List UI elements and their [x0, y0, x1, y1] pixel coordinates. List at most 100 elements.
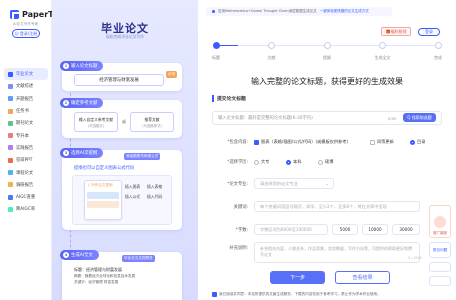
step-4-tag: 毕业论文文档预览 — [122, 255, 155, 262]
word-chip-30000[interactable]: 30000 — [392, 224, 420, 235]
sidebar-item-11[interactable]: 降AIGC率 — [4, 203, 48, 215]
sidebar: PaperTT AI论文写作专家 ☺ 登录/注册 毕业论文 文献综述 开题报告 任务书… — [0, 0, 59, 300]
or-text: 或 — [122, 119, 126, 124]
progress-step-label: 标题 — [212, 55, 220, 60]
nav-item-icon — [8, 157, 13, 163]
sidebar-item-2[interactable]: 开题报告 — [4, 93, 48, 105]
sidebar-item-6[interactable]: 实践报告 — [4, 142, 48, 154]
nav-item-icon — [8, 96, 13, 102]
insert-option-3: 插入代码 — [147, 194, 163, 199]
nav-item-icon — [8, 170, 13, 176]
notes-count: 0 / 2000 — [408, 256, 423, 260]
nav-item-label: 调研报告 — [16, 182, 34, 188]
nav-item-icon — [8, 194, 13, 200]
step-3-tag: 添加图表代码或公式 — [124, 153, 161, 160]
includes-label: *包含内容: — [227, 140, 248, 145]
topic-help-button[interactable]: Q 找帮助选题 — [403, 113, 436, 122]
float-button-1[interactable] — [429, 262, 451, 272]
chevron-down-icon: ⌄ — [325, 181, 329, 186]
sidebar-item-10[interactable]: AIGC查重 — [4, 191, 48, 203]
main-panel: 应用Mathematica+Global Thought Chain深层数据生成… — [198, 0, 456, 300]
nav-item-icon — [8, 145, 13, 151]
promo-panel: 毕业论文 轻松完成毕业论文写作 1 输入论文标题 经济管理与财富发展 示例 2 确定… — [52, 0, 198, 300]
insert-option-0: 插入图表 — [125, 184, 141, 189]
level-radio-college[interactable]: 大专 — [254, 159, 269, 165]
sidebar-item-9[interactable]: 调研报告 — [4, 179, 48, 191]
step-1-sample: 经济管理与财富发展 — [74, 74, 164, 86]
doc-line-1: 摘要：随着经济全球化和信息技术发展 — [74, 274, 136, 278]
float-button-2[interactable] — [429, 276, 451, 286]
progress-step-dot — [434, 42, 442, 49]
nav-item-label: 期刊论文 — [16, 121, 34, 127]
sidebar-item-3[interactable]: 任务书 — [4, 105, 48, 117]
progress-step-dot — [268, 42, 275, 49]
nav-item-label: AIGC查重 — [16, 195, 36, 201]
user-icon: ☺ — [14, 31, 19, 36]
customer-service-widget[interactable]: 推广客服 — [429, 205, 451, 238]
service-avatar-icon — [434, 216, 446, 228]
login-button[interactable]: 登录 — [418, 28, 440, 36]
nav-item-label: 开题报告 — [16, 96, 34, 102]
announcement-banner[interactable]: 应用Mathematica+Global Thought Chain深层数据生成… — [206, 7, 392, 16]
nav-item-icon — [8, 206, 13, 212]
sidebar-nav: 毕业论文文献综述开题报告任务书期刊论文专升本实践报告 答辩PPT 课程论文调研报告 A… — [4, 68, 48, 216]
step-1-header: 1 输入论文标题 — [60, 61, 104, 71]
custom-reference-box: 输入自定义参考文献 (可选模式) — [74, 112, 118, 132]
banner-link[interactable]: 一键体验更快捷的论文生成方式 — [320, 9, 369, 14]
step-1-tag: 示例 — [166, 71, 178, 78]
insert-option-1: 插入表格 — [147, 184, 163, 189]
promo-subtitle: 轻松完成毕业论文写作 — [106, 34, 144, 39]
word-chip-10000[interactable]: 10000 — [362, 224, 388, 235]
sidebar-item-0[interactable]: 毕业论文 — [4, 68, 48, 81]
progress-step-dot — [212, 42, 220, 49]
menu-placeholder-line — [87, 192, 119, 199]
next-step-button[interactable]: 下一步 — [270, 271, 325, 284]
major-label: *论文专业: — [227, 182, 248, 187]
include-update-checkbox[interactable]: 同等更新 — [370, 139, 394, 145]
promo-step-2: 2 确定参考文献 输入自定义参考文献 (可选模式) 或 推荐文献 (可选推荐式) — [60, 98, 182, 138]
agreement[interactable]: 我已阅读并同意：本站所提供的文献生成服务，下载的内容仅用于参考学习，禁止作为学术… — [212, 292, 381, 297]
nav-item-icon — [8, 133, 13, 139]
keywords-input[interactable]: 每个关键词用逗号隔开，如学，至少2个，至多8个，将在文章中呈现 — [254, 201, 420, 212]
faq-widget[interactable]: 常见问题 — [429, 242, 451, 258]
include-toc-checkbox[interactable]: 目录 — [410, 139, 425, 145]
page-headline: 输入完整的论文标题，获得更好的生成效果 — [251, 77, 403, 86]
level-radio-master[interactable]: 硕博 — [318, 159, 333, 165]
notes-label: 补充说明: — [229, 246, 248, 251]
sidebar-item-7[interactable]: 答辩PPT — [4, 154, 48, 166]
menu-placeholder-line — [87, 201, 119, 208]
nav-item-label: 任务书 — [16, 109, 29, 115]
title-char-count: 0/50 — [388, 116, 397, 121]
notes-textarea[interactable]: 补充相关内容，人物关系，作品背景，实验数据，写作方向等，可提供的帮助更好地撰写论… — [254, 242, 420, 263]
words-input[interactable]: 字数区间为8000至100000 — [254, 224, 328, 235]
section-title: 提交论文标题 — [212, 95, 246, 102]
progress-step-label: 文献 — [267, 55, 276, 60]
nav-item-icon — [8, 120, 13, 126]
keywords-label: 关键词: — [233, 205, 248, 210]
word-chip-5000[interactable]: 5000 — [332, 224, 358, 235]
major-select[interactable]: 请选择您的论文专业 ⌄ — [254, 178, 334, 189]
sidebar-item-1[interactable]: 文献综述 — [4, 80, 48, 92]
nav-item-icon — [8, 83, 13, 89]
sidebar-item-4[interactable]: 期刊论文 — [4, 117, 48, 129]
papertt-logo-icon — [10, 10, 19, 19]
gift-button[interactable]: 🎁 福利抢领 — [381, 27, 411, 36]
progress-step-dot — [379, 42, 386, 49]
agreement-checkbox[interactable] — [212, 292, 217, 297]
step-3-line: 提纲也可以自定义图表公式代码 — [74, 166, 135, 171]
progress-step-label: 提纲 — [323, 55, 331, 60]
insert-option-2: 插入公式 — [125, 194, 141, 199]
words-label: *字数: — [235, 228, 248, 233]
level-radio-bachelor[interactable]: 本科 — [286, 159, 301, 165]
brand-subtitle: AI论文写作专家 — [13, 22, 39, 26]
view-results-button[interactable]: 查看结果 — [335, 271, 390, 284]
progress-step-label: 完成 — [434, 55, 442, 60]
sidebar-login-button[interactable]: ☺ 登录/注册 — [12, 29, 40, 38]
include-charts-checkbox[interactable]: 图表（表格/插图/公式/代码）(或模板仅供参考) — [254, 139, 348, 145]
nav-item-label: 毕业论文 — [16, 72, 34, 78]
step-2-header: 2 确定参考文献 — [60, 98, 104, 108]
sidebar-item-8[interactable]: 课程论文 — [4, 166, 48, 178]
sidebar-item-5[interactable]: 专升本 — [4, 129, 48, 141]
nav-item-label: 专升本 — [16, 133, 29, 139]
nav-item-label: 课程论文 — [16, 170, 34, 176]
